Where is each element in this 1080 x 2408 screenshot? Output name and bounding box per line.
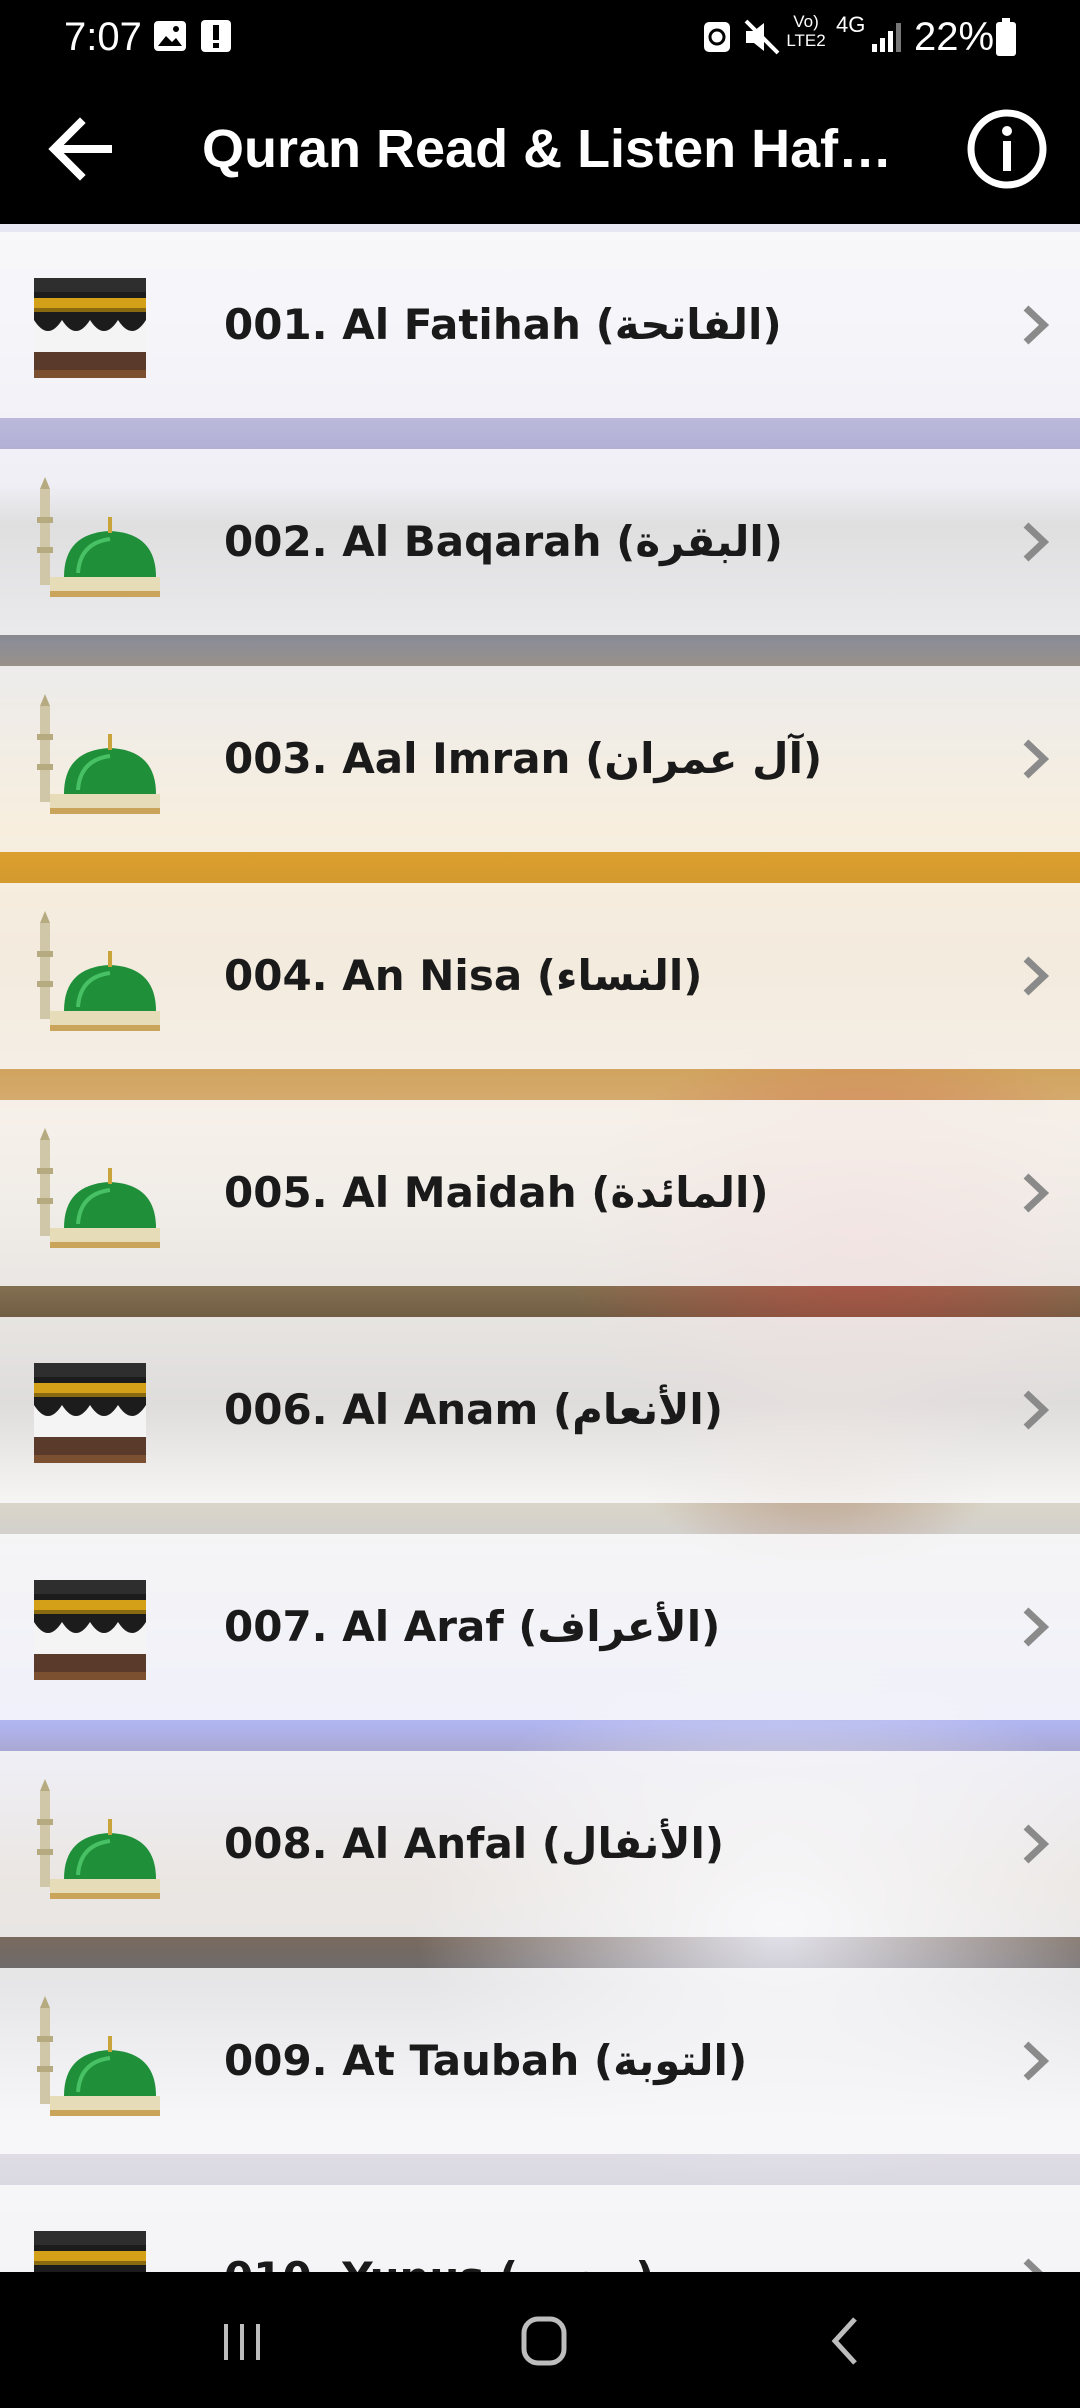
- mute-icon: [742, 18, 782, 60]
- surah-label: 007. Al Araf (الأعراف): [224, 1602, 721, 1651]
- signal-icon: [870, 18, 904, 60]
- arrow-left-icon: [48, 117, 112, 181]
- chevron-right-icon: [1018, 1170, 1054, 1216]
- surah-list-item[interactable]: 007. Al Araf (الأعراف): [0, 1534, 1080, 1720]
- system-back-button[interactable]: [806, 2306, 886, 2376]
- image-icon: [152, 18, 188, 58]
- green-dome-icon: [20, 694, 160, 824]
- surah-label: 004. An Nisa (النساء): [224, 951, 703, 1000]
- home-icon: [521, 2316, 567, 2366]
- info-button[interactable]: [962, 104, 1052, 194]
- page-title: Quran Read & Listen Hafs...: [202, 119, 902, 179]
- surah-label: 008. Al Anfal (الأنفال): [224, 1819, 725, 1868]
- surah-label: 001. Al Fatihah (الفاتحة): [224, 300, 782, 349]
- back-button[interactable]: [36, 104, 126, 194]
- kaaba-icon: [20, 2213, 160, 2272]
- app-bar: Quran Read & Listen Hafs...: [0, 74, 1080, 224]
- chevron-right-icon: [1018, 519, 1054, 565]
- surah-list-item[interactable]: 001. Al Fatihah (الفاتحة): [0, 232, 1080, 418]
- screen: 7:07 Vo) LTE2 4G 22% Quran Read & Listen…: [0, 0, 1080, 2408]
- volte-label: Vo) LTE2: [786, 12, 826, 50]
- green-dome-icon: [20, 911, 160, 1041]
- surah-label: 006. Al Anam (الأنعام): [224, 1385, 724, 1434]
- surah-label: 003. Aal Imran (آل عمران): [224, 734, 823, 783]
- surah-label: 010. Yunus (يونس): [224, 2243, 655, 2272]
- status-bar: 7:07 Vo) LTE2 4G 22%: [0, 0, 1080, 74]
- kaaba-icon: [20, 260, 160, 390]
- surah-list: 001. Al Fatihah (الفاتحة) 002. Al Baqarah…: [0, 224, 1080, 2272]
- green-dome-icon: [20, 477, 160, 607]
- home-button[interactable]: [504, 2306, 584, 2376]
- navigation-bar: [0, 2272, 1080, 2408]
- surah-label: 002. Al Baqarah (البقرة): [224, 517, 783, 566]
- surah-list-item[interactable]: 002. Al Baqarah (البقرة): [0, 449, 1080, 635]
- chevron-right-icon: [1018, 1821, 1054, 1867]
- battery-percent: 22%: [914, 15, 995, 59]
- surah-list-item[interactable]: 005. Al Maidah (المائدة): [0, 1100, 1080, 1286]
- back-icon: [831, 2317, 857, 2365]
- recents-button[interactable]: [202, 2306, 282, 2376]
- info-icon: [967, 109, 1047, 189]
- kaaba-icon: [20, 1562, 160, 1692]
- green-dome-icon: [20, 1996, 160, 2126]
- sync-icon: [700, 18, 734, 60]
- recents-icon: [224, 2324, 260, 2360]
- surah-list-item[interactable]: 004. An Nisa (النساء): [0, 883, 1080, 1069]
- surah-list-item[interactable]: 009. At Taubah (التوبة): [0, 1968, 1080, 2154]
- chevron-right-icon: [1018, 953, 1054, 999]
- surah-list-item[interactable]: 003. Aal Imran (آل عمران): [0, 666, 1080, 852]
- chevron-right-icon: [1018, 1604, 1054, 1650]
- surah-list-item[interactable]: 006. Al Anam (الأنعام): [0, 1317, 1080, 1503]
- status-time: 7:07: [64, 15, 142, 59]
- chevron-right-icon: [1018, 2038, 1054, 2084]
- chevron-right-icon: [1018, 736, 1054, 782]
- network-label: 4G: [836, 12, 866, 37]
- surah-label: 005. Al Maidah (المائدة): [224, 1168, 769, 1217]
- kaaba-icon: [20, 1345, 160, 1475]
- green-dome-icon: [20, 1779, 160, 1909]
- chevron-right-icon: [1018, 302, 1054, 348]
- chevron-right-icon: [1018, 1387, 1054, 1433]
- surah-label: 009. At Taubah (التوبة): [224, 2036, 748, 2085]
- alert-icon: [200, 18, 232, 58]
- surah-list-item[interactable]: 008. Al Anfal (الأنفال): [0, 1751, 1080, 1937]
- surah-list-item[interactable]: 010. Yunus (يونس): [0, 2185, 1080, 2272]
- chevron-right-icon: [1018, 2255, 1054, 2272]
- green-dome-icon: [20, 1128, 160, 1258]
- battery-icon: [994, 18, 1018, 62]
